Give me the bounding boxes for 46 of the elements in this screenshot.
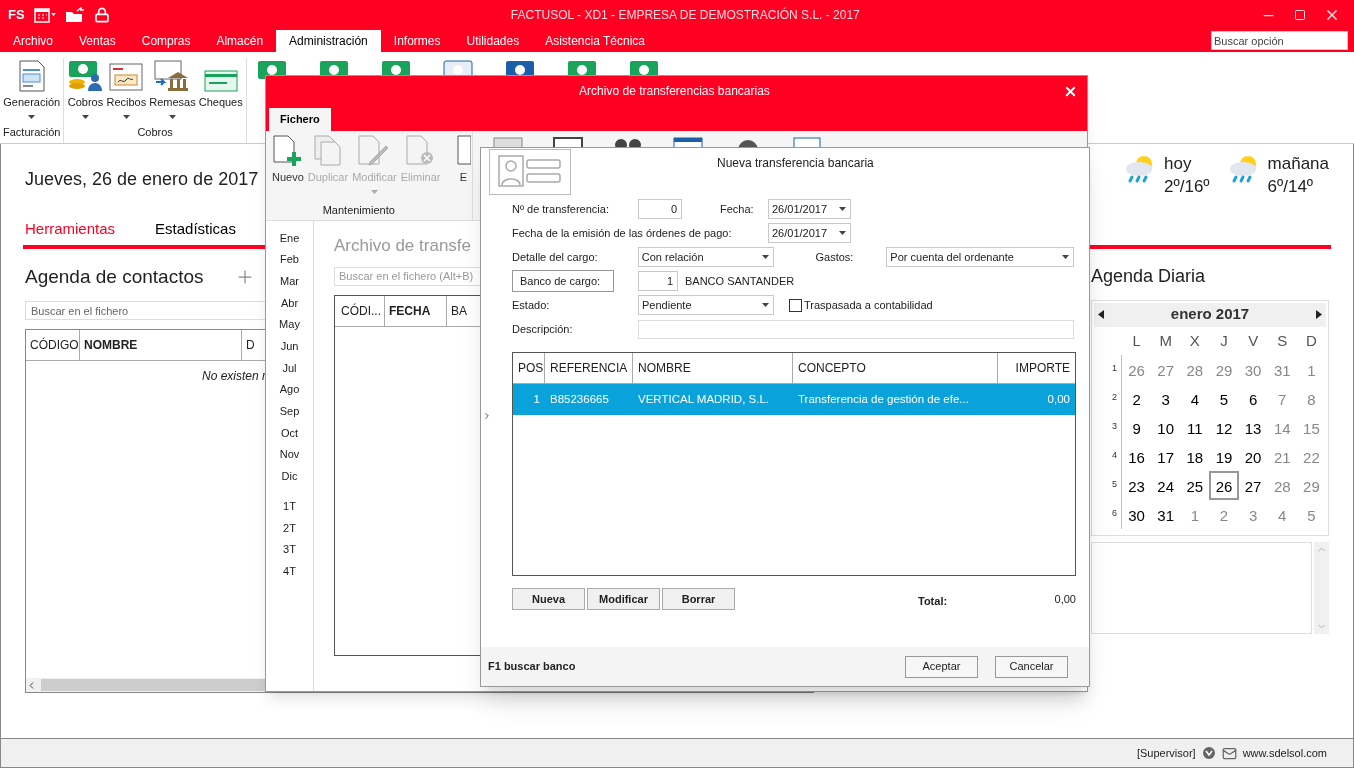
- hint-text: F1 buscar banco: [488, 659, 576, 675]
- weekday-label: D: [1305, 330, 1318, 351]
- week-number: 1: [1112, 362, 1117, 376]
- field-label: Descripción:: [512, 321, 574, 337]
- field-label: Fecha de la emisión de las órdenes de pago:: [512, 225, 733, 241]
- table-cell-text: 0,00: [1046, 391, 1071, 407]
- table-cell-text: B85236665: [549, 391, 610, 407]
- weekday-label: X: [1188, 330, 1201, 351]
- field-label: Fecha:: [720, 201, 755, 217]
- weekday-label: M: [1158, 330, 1173, 351]
- date-heading: Jueves, 26 de enero de 2017: [25, 168, 259, 191]
- window-title: FACTUSOL - XD1 - EMPRESA DE DEMOSTRACIÓN S.L. - 2017: [509, 6, 861, 24]
- weekday-label: J: [1219, 330, 1229, 351]
- field-label: Estado:: [512, 297, 551, 313]
- weekday-label: V: [1247, 330, 1260, 351]
- bank-name: BANCO SANTANDER: [685, 273, 795, 289]
- section-title: Agenda de contactos: [25, 264, 204, 289]
- ribbon-group-label: Facturación: [3, 124, 61, 140]
- field-label: Nº de transferencia:: [512, 201, 610, 217]
- weekday-label: L: [1131, 330, 1142, 351]
- dialog-title: Nueva transferencia bancaria: [717, 155, 874, 172]
- toolbar-group-label: Mantenimiento: [322, 202, 396, 218]
- weekday-label: S: [1276, 330, 1289, 351]
- calendar-month: enero 2017: [1170, 304, 1250, 325]
- week-number: 3: [1112, 420, 1117, 434]
- week-number: 4: [1112, 449, 1117, 463]
- total-value: 0,00: [1054, 591, 1076, 607]
- user-label: [Supervisor]: [1136, 745, 1196, 761]
- week-number: 5: [1112, 478, 1117, 492]
- weather-day: hoy: [1164, 152, 1210, 175]
- table-cell-text: Transferencia de gestión de efe...: [797, 391, 970, 407]
- table-cell-text: VERTICAL MADRID, S.L.: [637, 391, 770, 407]
- field-label: Detalle del cargo:: [512, 249, 599, 265]
- field-label: Gastos:: [815, 249, 855, 265]
- table-cell-text: 1: [532, 391, 541, 407]
- ribbon-group-label: Cobros: [137, 124, 173, 140]
- week-number: 6: [1112, 507, 1117, 521]
- section-title: Agenda Diaria: [1091, 264, 1207, 288]
- weather-temperature: 2º/16º: [1164, 176, 1210, 198]
- weather-day: mañana: [1267, 152, 1329, 175]
- week-number: 2: [1112, 391, 1117, 405]
- total-label: Total:: [918, 594, 948, 610]
- window-title: Archivo de transferencias bancarias: [578, 83, 771, 100]
- weather-temperature: 6º/14º: [1267, 176, 1315, 198]
- checkbox-label: Traspasada a contabilidad: [804, 297, 933, 313]
- section-title: Archivo de transfe: [334, 235, 471, 257]
